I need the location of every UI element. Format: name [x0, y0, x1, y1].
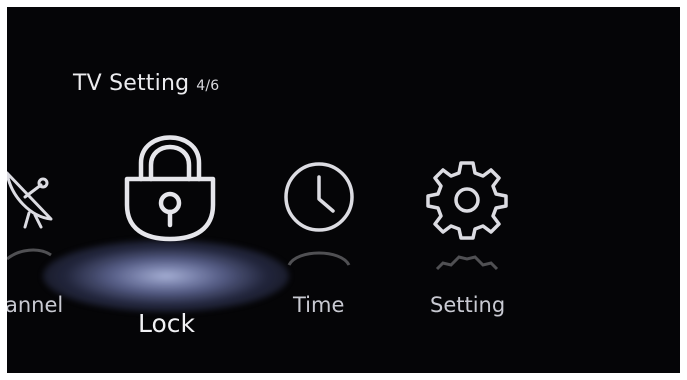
menu-page-counter: 4/6: [196, 78, 220, 94]
satellite-dish-icon: [7, 171, 53, 229]
channel-icon-reflection: [7, 248, 52, 261]
setting-icon-reflection: [435, 255, 499, 271]
selection-highlight: [43, 240, 289, 312]
menu-item-label: Time: [293, 293, 345, 317]
time-icon-reflection: [287, 251, 351, 266]
gear-icon: [426, 161, 508, 240]
page-title: TV Setting 4/6: [73, 71, 219, 96]
menu-item-label-selected: Lock: [138, 309, 196, 338]
lock-icon: [124, 135, 216, 242]
menu-item-label: Setting: [430, 293, 506, 317]
menu-title-text: TV Setting: [73, 71, 190, 96]
menu-item-channel[interactable]: [7, 167, 59, 231]
clock-icon: [284, 162, 354, 232]
menu-item-setting[interactable]: [426, 159, 508, 240]
menu-item-label: annel: [7, 293, 64, 317]
menu-item-lock[interactable]: [123, 133, 217, 243]
tv-setting-screen: TV Setting 4/6 annel Lock Time Setting: [7, 7, 680, 373]
menu-item-time[interactable]: [283, 161, 355, 233]
